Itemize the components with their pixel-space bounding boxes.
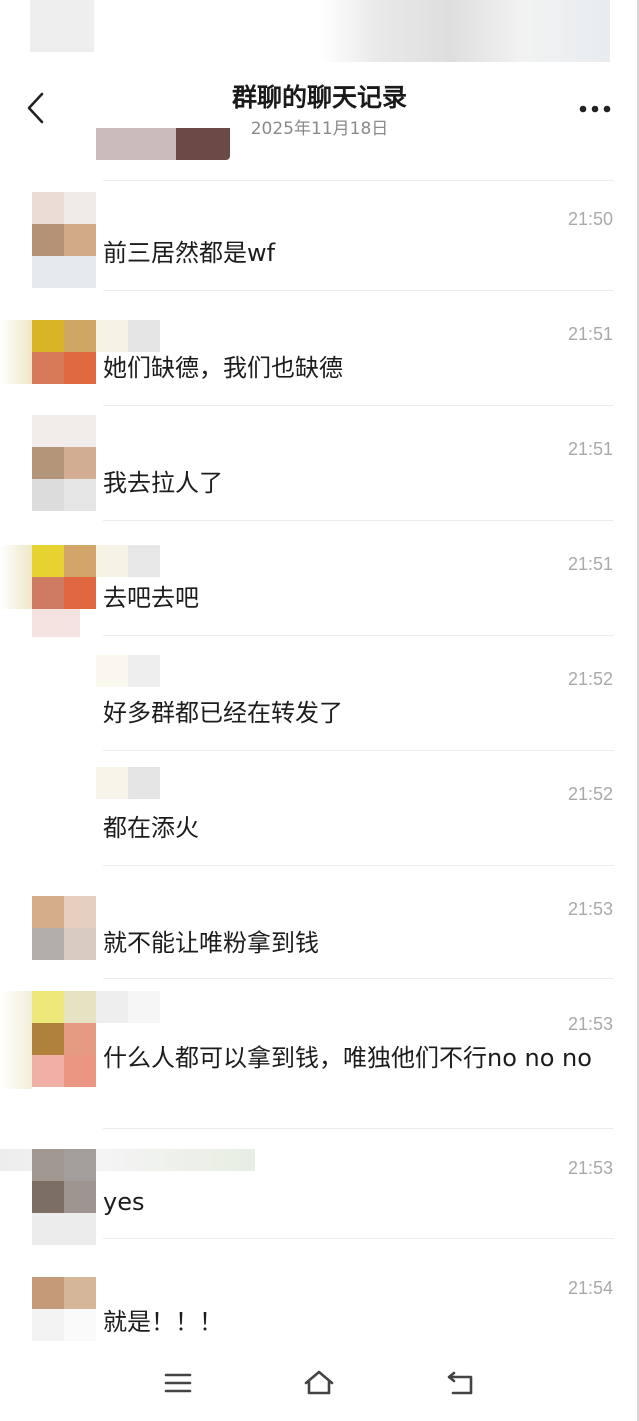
avatar-blur xyxy=(32,256,96,288)
list-item[interactable]: 21:52 好多群都已经在转发了 xyxy=(0,640,639,755)
divider xyxy=(103,635,614,636)
home-icon xyxy=(304,1370,334,1395)
list-item[interactable]: 21:52 都在添火 xyxy=(0,755,639,870)
divider xyxy=(103,405,614,406)
back-arrow-icon xyxy=(447,1371,473,1395)
divider xyxy=(103,520,614,521)
system-nav-bar xyxy=(0,1345,639,1421)
image-thumb-blur xyxy=(96,128,176,160)
status-bar xyxy=(0,0,639,64)
message-time: 21:52 xyxy=(567,669,613,689)
sender-name-blur xyxy=(96,320,160,352)
avatar-blur xyxy=(32,609,80,637)
page-title: 群聊的聊天记录 xyxy=(231,83,407,112)
message-text: 她们缺德，我们也缺德 xyxy=(103,354,343,382)
avatar-blur xyxy=(0,991,32,1089)
avatar xyxy=(32,1023,96,1087)
message-time: 21:50 xyxy=(567,209,613,229)
sender-name-blur xyxy=(96,655,160,687)
avatar xyxy=(32,447,96,511)
divider xyxy=(103,750,614,751)
divider xyxy=(103,290,614,291)
message-text: 什么人都可以拿到钱，唯独他们不行no no no xyxy=(103,1044,592,1072)
list-item[interactable]: 21:51 她们缺德，我们也缺德 xyxy=(0,295,639,410)
message-text: 我去拉人了 xyxy=(103,469,223,497)
list-item[interactable]: 21:51 去吧去吧 xyxy=(0,525,639,640)
divider xyxy=(103,1128,614,1129)
back-nav-button[interactable] xyxy=(441,1365,481,1401)
message-time: 21:53 xyxy=(567,899,613,919)
message-text: 去吧去吧 xyxy=(103,584,199,612)
image-thumb xyxy=(176,128,230,160)
message-time: 21:53 xyxy=(567,1014,613,1034)
avatar-blur xyxy=(0,545,32,609)
list-item[interactable]: 21:51 我去拉人了 xyxy=(0,410,639,525)
avatar xyxy=(32,1277,96,1341)
message-time: 21:53 xyxy=(567,1158,613,1178)
list-item-cutoff xyxy=(0,120,639,181)
avatar-blur xyxy=(32,1213,96,1245)
message-time: 21:51 xyxy=(567,324,613,344)
list-item[interactable]: 21:50 前三居然都是wf xyxy=(0,180,639,295)
avatar xyxy=(32,545,96,609)
avatar xyxy=(32,192,96,256)
divider xyxy=(103,865,614,866)
message-text: yes xyxy=(103,1188,145,1216)
message-list[interactable]: 21:50 前三居然都是wf 21:51 她们缺德，我们也缺德 21:51 我去… xyxy=(0,120,639,1345)
message-text: 就不能让唯粉拿到钱 xyxy=(103,929,319,957)
sender-name-blur xyxy=(96,767,160,799)
sender-name-blur xyxy=(96,991,160,1023)
message-text: 前三居然都是wf xyxy=(103,239,276,267)
list-item[interactable]: 21:53 就不能让唯粉拿到钱 xyxy=(0,870,639,985)
divider xyxy=(103,1238,614,1239)
home-button[interactable] xyxy=(299,1365,339,1401)
menu-button[interactable] xyxy=(158,1365,198,1401)
message-time: 21:54 xyxy=(567,1278,613,1298)
message-time: 21:51 xyxy=(567,554,613,574)
list-item[interactable]: 21:53 yes xyxy=(0,1135,639,1245)
list-item[interactable]: 21:54 就是！！！ xyxy=(0,1245,639,1345)
avatar xyxy=(32,1149,96,1213)
status-left-blur xyxy=(30,0,94,52)
avatar xyxy=(32,320,96,384)
message-time: 21:52 xyxy=(567,784,613,804)
menu-icon xyxy=(164,1373,192,1393)
sender-name-blur xyxy=(96,545,160,577)
divider xyxy=(103,978,614,979)
avatar xyxy=(32,896,96,960)
message-text: 好多群都已经在转发了 xyxy=(103,699,343,727)
avatar-blur xyxy=(32,415,96,447)
avatar-blur xyxy=(0,320,32,384)
message-text: 都在添火 xyxy=(103,814,199,842)
message-time: 21:51 xyxy=(567,439,613,459)
message-text: 就是！！！ xyxy=(103,1308,223,1336)
avatar-blur xyxy=(32,991,96,1023)
more-dots-icon xyxy=(579,105,611,113)
status-right-blur xyxy=(320,0,610,62)
list-item[interactable]: 21:53 什么人都可以拿到钱，唯独他们不行no no no xyxy=(0,985,639,1135)
